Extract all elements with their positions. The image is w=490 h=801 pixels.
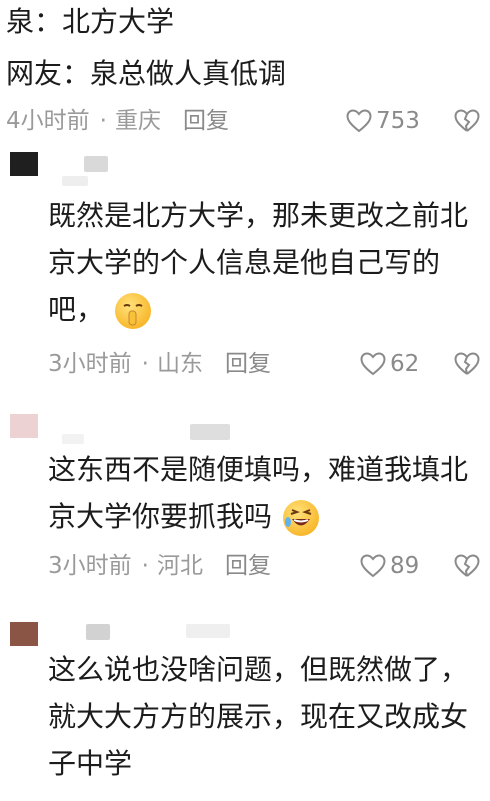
comment-meta-row: 3小时前 · 河北 回复 — [48, 553, 271, 579]
comment-line: 既然是北方大学，那未更改之前北 — [48, 199, 469, 232]
like-button[interactable]: 89 — [360, 551, 419, 581]
location: 重庆 — [114, 108, 161, 134]
comment-meta-row: 3小时前 · 山东 回复 — [48, 351, 271, 377]
reply-button[interactable]: 回复 — [225, 351, 271, 377]
comment-text: 这东西不是随便填吗，难道我填北 京大学你要抓我吗 — [48, 446, 478, 540]
quote-line-2: 网友：泉总做人真低调 — [6, 57, 287, 90]
like-count: 753 — [376, 108, 420, 134]
top-meta-row: 4小时前 · 重庆 回复 — [6, 108, 229, 134]
avatar[interactable] — [10, 414, 38, 438]
comment-line: 子中学 — [48, 747, 133, 780]
avatar[interactable] — [10, 152, 38, 176]
username-redacted[interactable] — [190, 424, 230, 440]
like-button[interactable]: 62 — [360, 349, 419, 379]
broken-heart-outline-icon — [454, 554, 480, 578]
comment-line: 就大大方方的展示，现在又改成女 — [48, 700, 469, 733]
username-redacted-2 — [62, 434, 84, 444]
comment-text: 既然是北方大学，那未更改之前北 京大学的个人信息是他自己写的 吧， — [48, 192, 478, 333]
comment-line: 这东西不是随便填吗，难道我填北 — [48, 453, 469, 486]
comment-text: 这么说也没啥问题，但既然做了， 就大大方方的展示，现在又改成女 子中学 — [48, 646, 478, 787]
heart-outline-icon — [346, 109, 372, 133]
avatar[interactable] — [10, 622, 38, 646]
dislike-button[interactable] — [454, 352, 480, 376]
heart-outline-icon — [360, 554, 386, 578]
shushing-face-icon — [114, 293, 151, 329]
location: 山东 — [156, 351, 203, 377]
broken-heart-outline-icon — [454, 352, 480, 376]
dislike-button[interactable] — [454, 109, 480, 133]
timestamp: 3小时前 — [48, 351, 132, 377]
comment-line: 京大学的个人信息是他自己写的 — [48, 246, 441, 279]
quote-line-1: 泉：北方大学 — [6, 5, 175, 38]
timestamp: 3小时前 — [48, 553, 132, 579]
broken-heart-outline-icon — [454, 109, 480, 133]
dislike-button[interactable] — [454, 554, 480, 578]
reply-button[interactable]: 回复 — [183, 108, 229, 134]
username-redacted[interactable] — [86, 624, 110, 640]
timestamp: 4小时前 — [6, 108, 90, 134]
like-count: 62 — [390, 351, 420, 377]
comment-line: 这么说也没啥问题，但既然做了， — [48, 653, 469, 686]
comment-line-with-emoji: 京大学你要抓我吗 — [48, 493, 478, 540]
heart-outline-icon — [360, 352, 386, 376]
username-redacted[interactable] — [84, 156, 108, 172]
location: 河北 — [156, 553, 203, 579]
rolling-on-floor-laughing-icon — [282, 500, 319, 536]
username-redacted-2 — [62, 176, 88, 186]
comment-line-with-emoji: 吧， — [48, 286, 478, 333]
like-count: 89 — [390, 553, 420, 579]
reply-button[interactable]: 回复 — [225, 553, 271, 579]
username-redacted-2 — [186, 624, 230, 638]
like-button[interactable]: 753 — [346, 106, 420, 136]
